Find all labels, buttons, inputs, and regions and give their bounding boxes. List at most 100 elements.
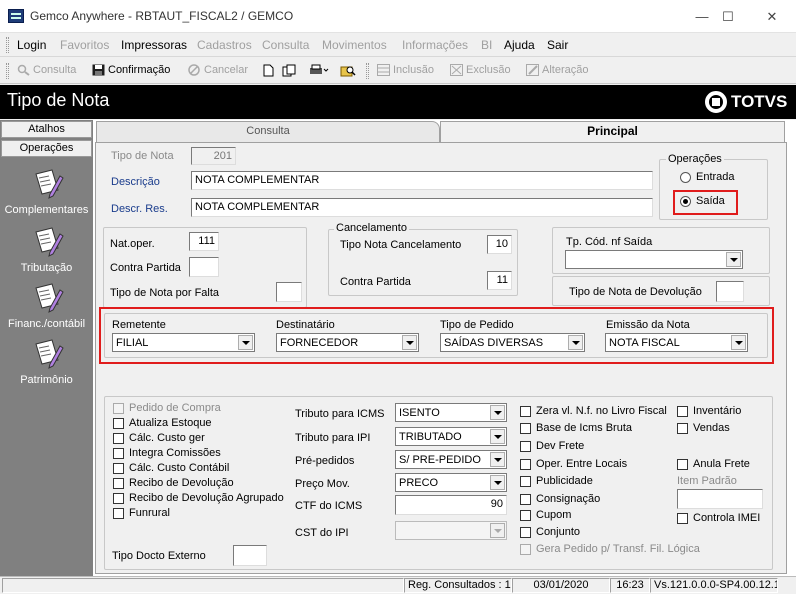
magnifier-icon — [17, 64, 30, 76]
tributo-icms-dropdown[interactable]: ISENTO — [395, 403, 507, 422]
close-button[interactable]: ✕ — [752, 4, 792, 30]
emissao-label: Emissão da Nota — [606, 319, 690, 331]
checkbox-publicidade[interactable]: Publicidade — [520, 475, 593, 487]
copy-button[interactable] — [282, 64, 296, 77]
checkbox-cupom[interactable]: Cupom — [520, 509, 571, 521]
confirmacao-button[interactable]: Confirmação — [92, 64, 170, 76]
entrada-radio[interactable]: Entrada — [680, 171, 735, 183]
tipo-docto-externo-field[interactable] — [233, 545, 267, 566]
destinatario-dropdown[interactable]: FORNECEDOR — [276, 333, 419, 352]
cancelar-button[interactable]: Cancelar — [188, 64, 248, 76]
radio-icon — [680, 171, 691, 183]
checkbox-dev-frete[interactable]: Dev Frete — [520, 440, 584, 452]
checkbox-conjunto[interactable]: Conjunto — [520, 526, 580, 538]
menu-sair[interactable]: Sair — [547, 38, 568, 52]
checkbox-pedido-compra[interactable]: Pedido de Compra — [113, 402, 221, 414]
checkbox-recibo-devolucao-agrupado[interactable]: Recibo de Devolução Agrupado — [113, 492, 284, 504]
search-folder-button[interactable] — [340, 64, 356, 77]
dropdown-arrow-icon[interactable] — [731, 335, 746, 350]
tab-principal[interactable]: Principal — [440, 121, 785, 142]
menu-cadastros[interactable]: Cadastros — [197, 38, 252, 52]
sidebar-tab-operacoes[interactable]: Operações — [1, 140, 92, 157]
preco-mov-dropdown[interactable]: PRECO — [395, 473, 507, 492]
checkbox-anula-frete[interactable]: Anula Frete — [677, 458, 750, 470]
checkbox-icon — [113, 432, 124, 444]
checkbox-oper-entre-locais[interactable]: Oper. Entre Locais — [520, 458, 627, 470]
tipo-nota-cancel-field[interactable]: 10 — [487, 235, 512, 254]
checkbox-base-icms-bruta[interactable]: Base de Icms Bruta — [520, 422, 632, 434]
contra-partida-field[interactable] — [189, 257, 219, 277]
checkbox-atualiza-estoque[interactable]: Atualiza Estoque — [113, 417, 212, 429]
nat-oper-field[interactable]: 111 — [189, 232, 219, 251]
dropdown-arrow-icon[interactable] — [490, 452, 505, 467]
descricao-field[interactable]: NOTA COMPLEMENTAR — [191, 171, 653, 190]
alteracao-button[interactable]: Alteração — [526, 64, 588, 76]
new-document-button[interactable] — [262, 64, 275, 77]
operacoes-title: Operações — [666, 153, 724, 165]
consulta-button[interactable]: Consulta — [17, 64, 76, 76]
copy-icon — [282, 64, 296, 77]
cst-ipi-dropdown[interactable] — [395, 521, 507, 540]
checkbox-consignacao[interactable]: Consignação — [520, 493, 600, 505]
tipo-nota-field[interactable]: 201 — [191, 147, 236, 165]
sidebar-item-tributacao[interactable]: Tributação — [0, 224, 93, 274]
dropdown-arrow-icon[interactable] — [402, 335, 417, 350]
dropdown-arrow-icon[interactable] — [490, 405, 505, 420]
checkbox-icon — [520, 475, 531, 487]
dropdown-arrow-icon[interactable] — [726, 252, 741, 267]
pre-pedidos-dropdown[interactable]: S/ PRE-PEDIDO — [395, 450, 507, 469]
tipo-nota-devolucao-field[interactable] — [716, 281, 744, 302]
dropdown-arrow-icon[interactable] — [238, 335, 253, 350]
checkbox-recibo-devolucao[interactable]: Recibo de Devolução — [113, 477, 234, 489]
checkbox-calc-custo-contabil[interactable]: Cálc. Custo Contábil — [113, 462, 229, 474]
document-pencil-icon — [30, 336, 64, 370]
checkbox-icon — [520, 509, 531, 521]
checkbox-gera-pedido[interactable]: Gera Pedido p/ Transf. Fil. Lógica — [520, 543, 700, 555]
checkbox-calc-custo-ger[interactable]: Cálc. Custo ger — [113, 432, 205, 444]
print-button[interactable] — [309, 64, 329, 76]
contra-partida-label: Contra Partida — [110, 262, 181, 274]
ctf-icms-field[interactable]: 90 — [395, 495, 507, 515]
checkbox-inventario[interactable]: Inventário — [677, 405, 741, 417]
menu-movimentos[interactable]: Movimentos — [322, 38, 387, 52]
remetente-dropdown[interactable]: FILIAL — [112, 333, 255, 352]
tab-consulta[interactable]: Consulta — [96, 121, 440, 142]
menu-login[interactable]: Login — [17, 38, 46, 52]
checkbox-controla-imei[interactable]: Controla IMEI — [677, 512, 760, 524]
menu-informacoes[interactable]: Informações — [402, 38, 468, 52]
dropdown-arrow-icon[interactable] — [568, 335, 583, 350]
menu-bi[interactable]: BI — [481, 38, 492, 52]
sidebar-item-complementares[interactable]: Complementares — [0, 166, 93, 216]
tp-cod-nf-saida-dropdown[interactable] — [565, 250, 743, 269]
maximize-button[interactable]: ☐ — [708, 4, 748, 30]
exclusao-button[interactable]: Exclusão — [450, 64, 511, 76]
descr-res-field[interactable]: NOTA COMPLEMENTAR — [191, 198, 653, 217]
menu-consulta[interactable]: Consulta — [262, 38, 309, 52]
menu-ajuda[interactable]: Ajuda — [504, 38, 535, 52]
tipo-nota-falta-field[interactable] — [276, 282, 302, 302]
dropdown-arrow-icon[interactable] — [490, 429, 505, 444]
tipo-nota-cancel-label: Tipo Nota Cancelamento — [340, 239, 462, 251]
item-padrao-field[interactable] — [677, 489, 763, 509]
totvs-logo: TOTVS — [705, 91, 787, 113]
ctf-icms-label: CTF do ICMS — [295, 500, 363, 512]
dropdown-arrow-icon[interactable] — [490, 523, 505, 538]
tipo-nota-devolucao-label: Tipo de Nota de Devolução — [569, 286, 702, 298]
checkbox-vendas[interactable]: Vendas — [677, 422, 730, 434]
dropdown-arrow-icon[interactable] — [490, 475, 505, 490]
sidebar-tab-atalhos[interactable]: Atalhos — [1, 121, 92, 138]
inclusao-button[interactable]: Inclusão — [377, 64, 434, 76]
checkbox-funrural[interactable]: Funrural — [113, 507, 170, 519]
cancel-contra-partida-field[interactable]: 11 — [487, 271, 512, 290]
tipo-pedido-dropdown[interactable]: SAÍDAS DIVERSAS — [440, 333, 585, 352]
toolbar-grip — [6, 63, 9, 79]
sidebar-item-patrimonio[interactable]: Patrimônio — [0, 336, 93, 386]
tributo-ipi-dropdown[interactable]: TRIBUTADO — [395, 427, 507, 446]
sidebar-item-financ-contabil[interactable]: Financ./contábil — [0, 280, 93, 330]
emissao-dropdown[interactable]: NOTA FISCAL — [605, 333, 748, 352]
menu-favoritos[interactable]: Favoritos — [60, 38, 109, 52]
checkbox-integra-comissoes[interactable]: Integra Comissões — [113, 447, 221, 459]
checkbox-icon — [113, 447, 124, 459]
checkbox-zera-vl-nf[interactable]: Zera vl. N.f. no Livro Fiscal — [520, 405, 667, 417]
menu-impressoras[interactable]: Impressoras — [121, 38, 187, 52]
